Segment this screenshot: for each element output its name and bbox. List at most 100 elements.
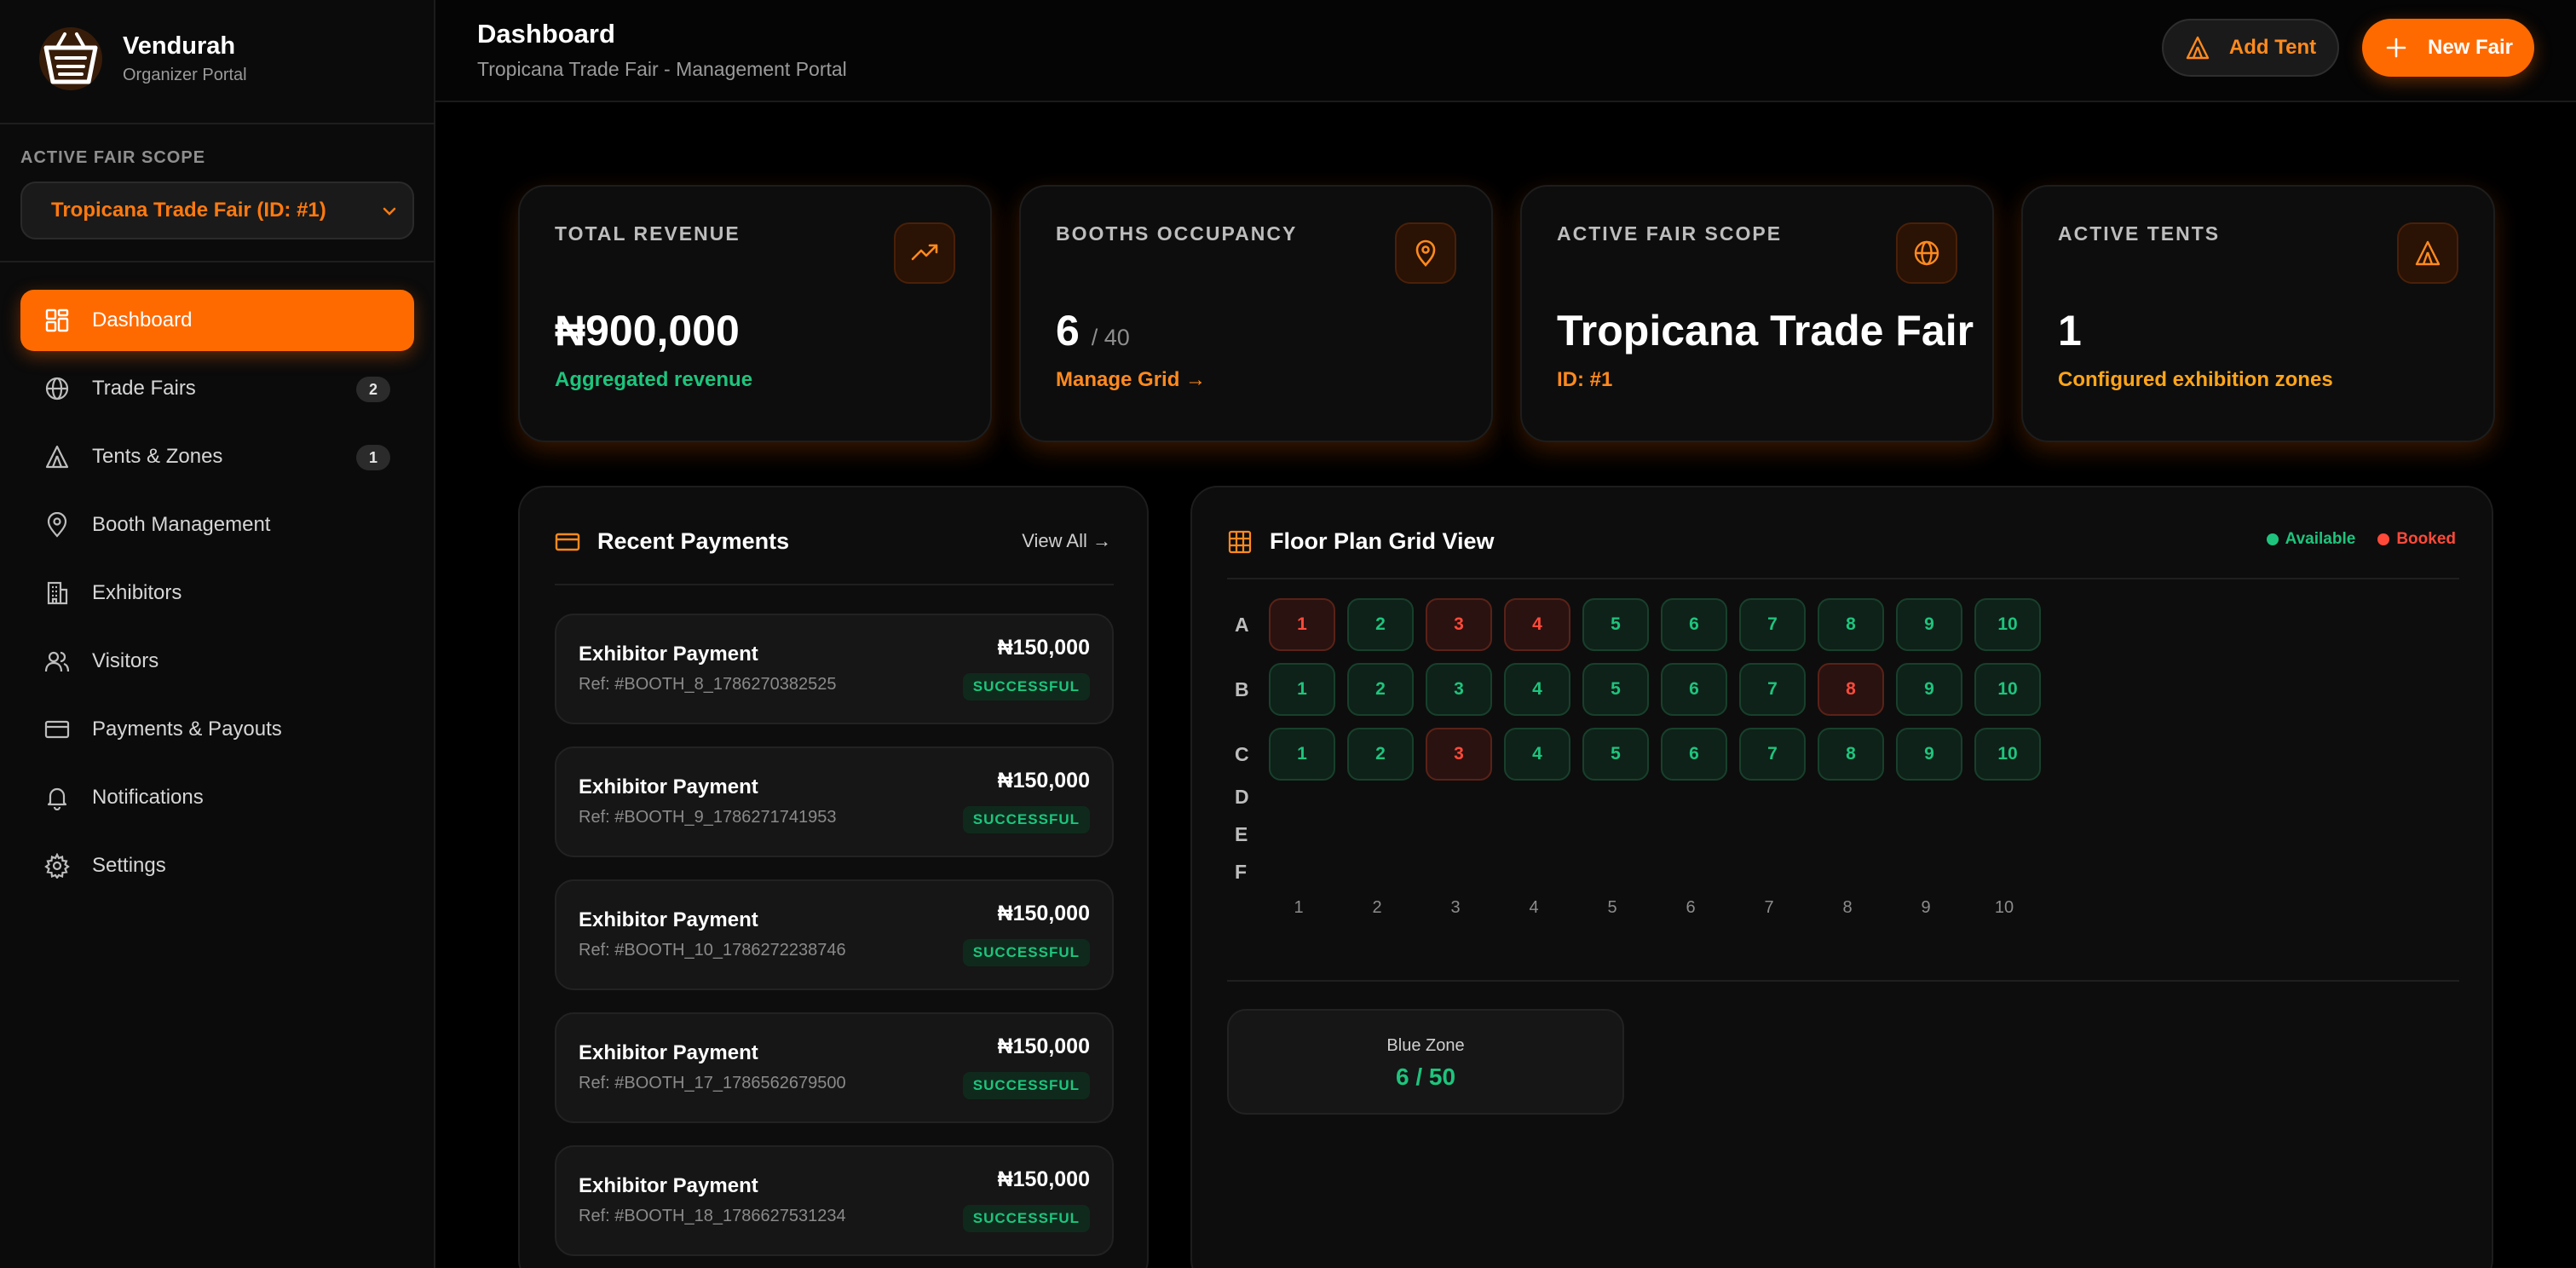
- page-title: Dashboard: [477, 19, 615, 49]
- booth-cell[interactable]: 2: [1347, 598, 1414, 651]
- payment-amount: ₦150,000: [997, 1167, 1090, 1191]
- sidebar-divider: [0, 261, 435, 262]
- booth-cell[interactable]: 7: [1739, 598, 1806, 651]
- payment-item[interactable]: Exhibitor Payment Ref: #BOOTH_17_1786562…: [555, 1012, 1114, 1123]
- booth-cell[interactable]: 9: [1896, 598, 1962, 651]
- sidebar-item-settings[interactable]: Settings: [20, 835, 414, 896]
- status-badge: SUCCESSFUL: [962, 1205, 1090, 1232]
- booth-cell[interactable]: 4: [1504, 663, 1570, 716]
- payment-amount: ₦150,000: [997, 902, 1090, 925]
- sidebar-item-exhibitors[interactable]: Exhibitors: [20, 562, 414, 624]
- payment-item[interactable]: Exhibitor Payment Ref: #BOOTH_10_1786272…: [555, 879, 1114, 990]
- booth-cell[interactable]: 3: [1426, 598, 1492, 651]
- tent-icon: [2397, 222, 2458, 284]
- sidebar-item-booth-management[interactable]: Booth Management: [20, 494, 414, 556]
- sidebar-item-label: Visitors: [92, 649, 159, 672]
- payment-amount: ₦150,000: [997, 769, 1090, 792]
- booth-cell[interactable]: 8: [1818, 728, 1884, 781]
- trending-up-icon: [894, 222, 955, 284]
- booth-cell[interactable]: 2: [1347, 663, 1414, 716]
- bell-icon: [47, 787, 67, 810]
- add-tent-label: Add Tent: [2228, 36, 2317, 59]
- brand[interactable]: Vendurah Organizer Portal: [37, 26, 247, 92]
- fair-scope-value: Tropicana Trade Fair (ID: #1): [51, 199, 326, 222]
- grid-icon: [1228, 530, 1252, 553]
- booth-cell[interactable]: 6: [1661, 663, 1727, 716]
- payment-title: Exhibitor Payment: [579, 908, 758, 931]
- payment-title: Exhibitor Payment: [579, 1174, 758, 1197]
- column-label: 4: [1529, 898, 1539, 917]
- booth-cell[interactable]: 9: [1896, 663, 1962, 716]
- payment-item[interactable]: Exhibitor Payment Ref: #BOOTH_9_17862717…: [555, 746, 1114, 857]
- page-subtitle: Tropicana Trade Fair - Management Portal: [477, 58, 847, 80]
- sidebar-item-dashboard[interactable]: Dashboard: [20, 290, 414, 351]
- active-fair-scope-card: ACTIVE FAIR SCOPE Tropicana Trade Fair I…: [1520, 185, 1994, 442]
- booth-cell[interactable]: 6: [1661, 598, 1727, 651]
- booths-occupancy-card: BOOTHS OCCUPANCY 6 / 40 Manage Grid →: [1019, 185, 1493, 442]
- row-label: A: [1235, 614, 1249, 636]
- new-fair-button[interactable]: New Fair: [2362, 19, 2534, 77]
- booth-cell[interactable]: 2: [1347, 728, 1414, 781]
- sidebar-item-label: Settings: [92, 854, 166, 877]
- total-count: / 40: [1091, 325, 1130, 350]
- new-fair-label: New Fair: [2427, 36, 2514, 59]
- payment-title: Exhibitor Payment: [579, 643, 758, 666]
- payment-title: Exhibitor Payment: [579, 775, 758, 798]
- add-tent-button[interactable]: Add Tent: [2162, 19, 2339, 77]
- booth-cell[interactable]: 5: [1582, 663, 1649, 716]
- sidebar-item-notifications[interactable]: Notifications: [20, 767, 414, 828]
- sidebar: Vendurah Organizer Portal ACTIVE FAIR SC…: [0, 0, 435, 1268]
- booth-cell[interactable]: 4: [1504, 598, 1570, 651]
- column-label: 8: [1842, 898, 1853, 917]
- zone-card[interactable]: Blue Zone 6 / 50: [1227, 1009, 1624, 1115]
- credit-card-icon: [44, 720, 70, 739]
- sidebar-item-label: Notifications: [92, 786, 204, 809]
- booth-cell[interactable]: 6: [1661, 728, 1727, 781]
- scope-label: ACTIVE FAIR SCOPE: [20, 148, 206, 167]
- sidebar-nav: Dashboard Trade Fairs 2 Tents & Zones 1 …: [20, 290, 414, 903]
- gear-icon: [44, 853, 70, 879]
- booth-cell[interactable]: 8: [1818, 598, 1884, 651]
- booth-cell[interactable]: 1: [1269, 728, 1335, 781]
- sidebar-item-label: Payments & Payouts: [92, 718, 282, 741]
- payment-item[interactable]: Exhibitor Payment Ref: #BOOTH_8_17862703…: [555, 614, 1114, 724]
- column-label: 9: [1921, 898, 1931, 917]
- booth-cell[interactable]: 7: [1739, 728, 1806, 781]
- booth-cell[interactable]: 10: [1974, 663, 2041, 716]
- sidebar-item-label: Trade Fairs: [92, 377, 196, 400]
- booth-cell[interactable]: 5: [1582, 728, 1649, 781]
- payment-ref: Ref: #BOOTH_8_1786270382525: [579, 675, 837, 694]
- booth-cell[interactable]: 7: [1739, 663, 1806, 716]
- booth-cell[interactable]: 4: [1504, 728, 1570, 781]
- sidebar-item-tents-zones[interactable]: Tents & Zones 1: [20, 426, 414, 487]
- stat-label: TOTAL REVENUE: [555, 222, 741, 245]
- manage-grid-link[interactable]: Manage Grid →: [1056, 368, 1206, 392]
- sidebar-item-trade-fairs[interactable]: Trade Fairs 2: [20, 358, 414, 419]
- view-all-link[interactable]: View All →: [1022, 530, 1111, 552]
- payment-ref: Ref: #BOOTH_18_1786627531234: [579, 1207, 846, 1225]
- booth-cell[interactable]: 1: [1269, 663, 1335, 716]
- booth-cell[interactable]: 10: [1974, 598, 2041, 651]
- booth-cell[interactable]: 10: [1974, 728, 2041, 781]
- column-label: 5: [1607, 898, 1617, 917]
- zone-count: 6 / 50: [1395, 1063, 1456, 1090]
- zone-name: Blue Zone: [1386, 1036, 1465, 1055]
- count-badge: 2: [356, 377, 390, 402]
- booth-cell[interactable]: 8: [1818, 663, 1884, 716]
- sidebar-item-payments-payouts[interactable]: Payments & Payouts: [20, 699, 414, 760]
- sidebar-item-visitors[interactable]: Visitors: [20, 631, 414, 692]
- stat-note: ID: #1: [1557, 368, 1613, 391]
- fair-scope-select[interactable]: Tropicana Trade Fair (ID: #1): [20, 182, 414, 239]
- chevron-down-icon: [383, 207, 396, 216]
- booth-cell[interactable]: 1: [1269, 598, 1335, 651]
- payment-item[interactable]: Exhibitor Payment Ref: #BOOTH_18_1786627…: [555, 1145, 1114, 1256]
- booth-cell[interactable]: 3: [1426, 663, 1492, 716]
- booth-cell[interactable]: 9: [1896, 728, 1962, 781]
- plus-icon: [2386, 37, 2406, 58]
- recent-payments-panel: Recent Payments View All → Exhibitor Pay…: [518, 486, 1149, 1268]
- booth-cell[interactable]: 5: [1582, 598, 1649, 651]
- column-label: 10: [1994, 898, 2014, 917]
- panel-title: Recent Payments: [597, 528, 790, 554]
- booth-cell[interactable]: 3: [1426, 728, 1492, 781]
- status-badge: SUCCESSFUL: [962, 1072, 1090, 1099]
